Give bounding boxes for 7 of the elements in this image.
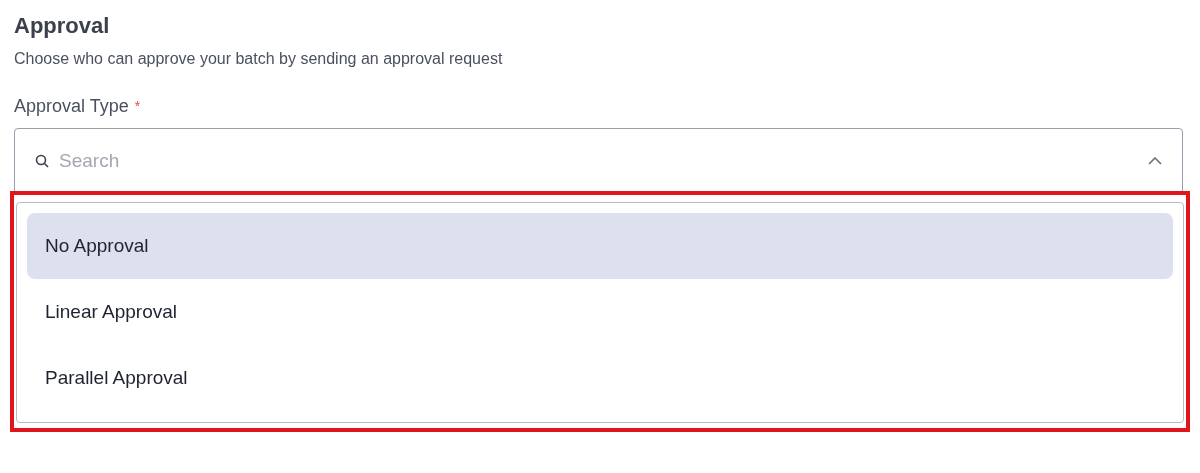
required-mark: * bbox=[134, 97, 141, 116]
field-label: Approval Type bbox=[14, 95, 129, 118]
search-field[interactable]: Search bbox=[59, 146, 1138, 176]
dropdown-option[interactable]: No Approval bbox=[27, 213, 1173, 279]
search-icon bbox=[35, 154, 49, 168]
section-title: Approval bbox=[14, 12, 111, 40]
section-subtitle: Choose who can approve your batch by sending an approval request bbox=[14, 49, 504, 69]
